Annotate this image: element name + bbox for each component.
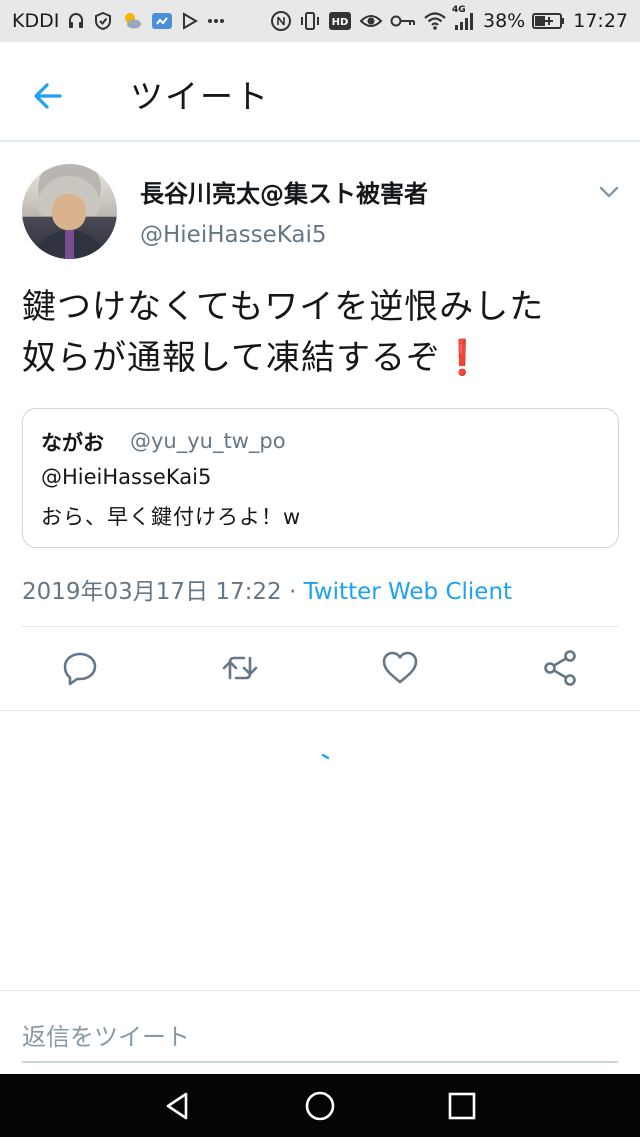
share-icon[interactable] — [540, 648, 580, 688]
carrier-label: KDDI — [12, 10, 60, 32]
chevron-down-icon[interactable] — [597, 180, 621, 204]
key-icon — [390, 13, 416, 29]
avatar-tie-shape — [65, 230, 74, 259]
nav-recents-icon[interactable] — [444, 1088, 480, 1124]
quoted-text-body: おら、早く鍵付けろよ！w — [41, 505, 302, 529]
system-nav-bar — [0, 1074, 640, 1137]
clock: 17:27 — [573, 10, 628, 32]
meta-separator: · — [281, 579, 304, 605]
reply-icon[interactable] — [60, 648, 100, 688]
quoted-tweet-card[interactable]: ながお @yu_yu_tw_po @HieiHasseKai5 おら、早く鍵付け… — [22, 408, 619, 548]
nfc-icon — [270, 10, 292, 32]
retweet-icon[interactable] — [220, 648, 260, 688]
wifi-icon — [423, 11, 447, 31]
tweet-text: 鍵つけなくてもワイを逆恨みした 奴らが通報して凍結するぞ❗ — [22, 282, 622, 384]
loading-spinner-icon — [321, 746, 330, 760]
network-label: 4G — [452, 5, 466, 15]
nav-home-icon[interactable] — [302, 1088, 338, 1124]
hd-icon: HD — [328, 11, 352, 31]
more-icon — [207, 18, 225, 24]
eye-icon — [359, 12, 383, 30]
action-bar — [0, 642, 640, 696]
headset-icon — [67, 12, 85, 30]
author-display-name[interactable]: 長谷川亮太@集スト被害者 — [140, 174, 428, 209]
tweet-meta: 2019年03月17日 17:22 · Twitter Web Client — [22, 572, 512, 606]
status-bar: KDDI HD 4G 38% 17:27 — [0, 0, 640, 42]
cloud-icon — [151, 11, 173, 31]
weather-icon — [121, 10, 143, 32]
avatar[interactable] — [22, 164, 117, 259]
client-link[interactable]: Twitter Web Client — [304, 579, 512, 605]
back-arrow-icon[interactable] — [28, 76, 68, 116]
quoted-author-name: ながお — [41, 431, 104, 455]
quoted-author-handle: @yu_yu_tw_po — [130, 429, 286, 453]
timestamp: 2019年03月17日 17:22 — [22, 579, 282, 605]
tweet-text-line: 奴らが通報して凍結するぞ❗ — [22, 333, 622, 384]
tweet-text-line-content: 奴らが通報して凍結するぞ — [22, 338, 441, 378]
battery-percent: 38% — [483, 10, 526, 32]
divider — [0, 710, 640, 711]
signal-icon: 4G — [452, 5, 476, 31]
page-title: ツイート — [130, 77, 270, 116]
reply-bar: 返信をツイート — [0, 990, 640, 1074]
like-heart-icon[interactable] — [380, 648, 420, 688]
svg-text:HD: HD — [332, 17, 349, 28]
divider — [22, 626, 618, 627]
exclamation-emoji: ❗ — [440, 338, 485, 378]
avatar-face-shape — [52, 194, 86, 230]
reply-input[interactable]: 返信をツイート — [22, 1009, 618, 1063]
app-header: ツイート — [0, 42, 640, 142]
battery-icon — [532, 12, 566, 30]
tweet-text-line: 鍵つけなくてもワイを逆恨みした — [22, 287, 545, 327]
vibrate-icon — [299, 10, 321, 32]
nav-back-icon[interactable] — [160, 1088, 196, 1124]
quoted-text-mention: @HieiHasseKai5 — [41, 465, 212, 489]
shield-icon — [93, 11, 113, 31]
author-screen-name[interactable]: @HieiHasseKai5 — [140, 222, 327, 248]
play-store-icon — [181, 12, 199, 30]
